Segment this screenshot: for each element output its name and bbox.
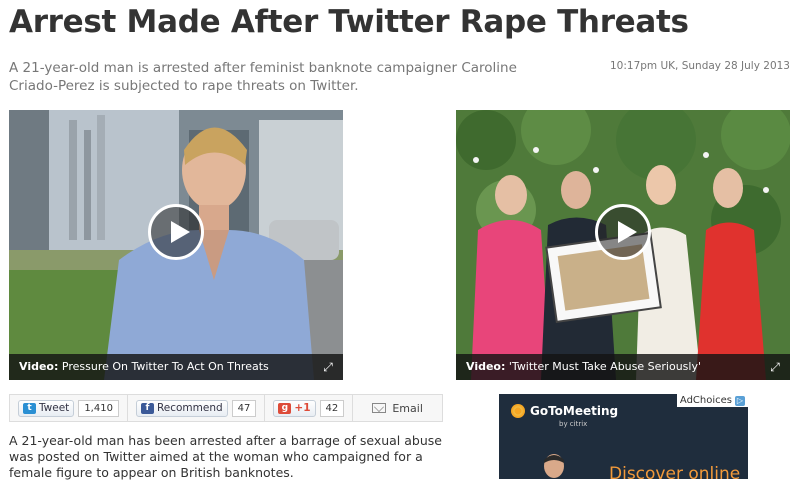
video-label-1: Video: bbox=[19, 360, 59, 373]
advertisement[interactable]: AdChoices ▷ GoToMeeting by citrix Discov… bbox=[499, 394, 748, 479]
gplus-button[interactable]: g +1 bbox=[273, 399, 316, 417]
ad-brand-sub: by citrix bbox=[559, 420, 588, 428]
video-title-1: Pressure On Twitter To Act On Threats bbox=[61, 360, 269, 373]
gplus-count: 42 bbox=[319, 399, 345, 417]
article-standfirst: A 21-year-old man is arrested after femi… bbox=[9, 60, 517, 94]
video-player-1[interactable]: Video: Pressure On Twitter To Act On Thr… bbox=[9, 110, 343, 380]
video-player-2[interactable]: Video: 'Twitter Must Take Abuse Seriousl… bbox=[456, 110, 790, 380]
recommend-label: Recommend bbox=[156, 402, 223, 414]
play-button-1[interactable] bbox=[148, 203, 204, 260]
facebook-share: f Recommend 47 bbox=[128, 395, 266, 421]
article-body: A 21-year-old man has been arrested afte… bbox=[9, 433, 442, 480]
video-caption-1[interactable]: Video: Pressure On Twitter To Act On Thr… bbox=[9, 354, 343, 380]
ad-brand: GoToMeeting bbox=[511, 404, 618, 418]
tweet-share: t Tweet 1,410 bbox=[10, 395, 128, 421]
gotomeeting-logo-icon bbox=[511, 404, 525, 418]
expand-icon[interactable]: ⤢ bbox=[321, 360, 335, 374]
ad-tagline: Discover online bbox=[609, 464, 741, 479]
gplus-label: +1 bbox=[294, 402, 311, 414]
tweet-label: Tweet bbox=[39, 402, 70, 414]
facebook-recommend-button[interactable]: f Recommend bbox=[135, 399, 228, 417]
twitter-bird-icon: t bbox=[23, 402, 36, 414]
recommend-count: 47 bbox=[231, 399, 257, 417]
adchoices-label: AdChoices bbox=[679, 395, 732, 406]
adchoices-icon: ▷ bbox=[735, 395, 745, 406]
email-label: Email bbox=[392, 401, 423, 415]
tweet-button[interactable]: t Tweet bbox=[18, 399, 75, 417]
ad-person-image bbox=[544, 454, 564, 478]
article-timestamp: 10:17pm UK, Sunday 28 July 2013 bbox=[609, 60, 790, 72]
video-label-2: Video: bbox=[466, 360, 506, 373]
google-plus-icon: g bbox=[278, 402, 292, 414]
expand-icon[interactable]: ⤢ bbox=[768, 360, 782, 374]
adchoices-link[interactable]: AdChoices ▷ bbox=[676, 394, 748, 407]
play-button-2[interactable] bbox=[595, 203, 651, 260]
article-headline: Arrest Made After Twitter Rape Threats bbox=[9, 4, 689, 40]
share-bar: t Tweet 1,410 f Recommend 47 g +1 42 Ema… bbox=[9, 394, 443, 422]
tweet-count: 1,410 bbox=[78, 399, 119, 417]
video-caption-2[interactable]: Video: 'Twitter Must Take Abuse Seriousl… bbox=[456, 354, 790, 380]
video-title-2: 'Twitter Must Take Abuse Seriously' bbox=[508, 360, 701, 373]
email-share[interactable]: Email bbox=[353, 395, 442, 421]
gplus-share: g +1 42 bbox=[265, 395, 354, 421]
envelope-icon bbox=[372, 403, 387, 413]
ad-brand-name: GoToMeeting bbox=[530, 404, 619, 418]
facebook-icon: f bbox=[140, 402, 154, 414]
